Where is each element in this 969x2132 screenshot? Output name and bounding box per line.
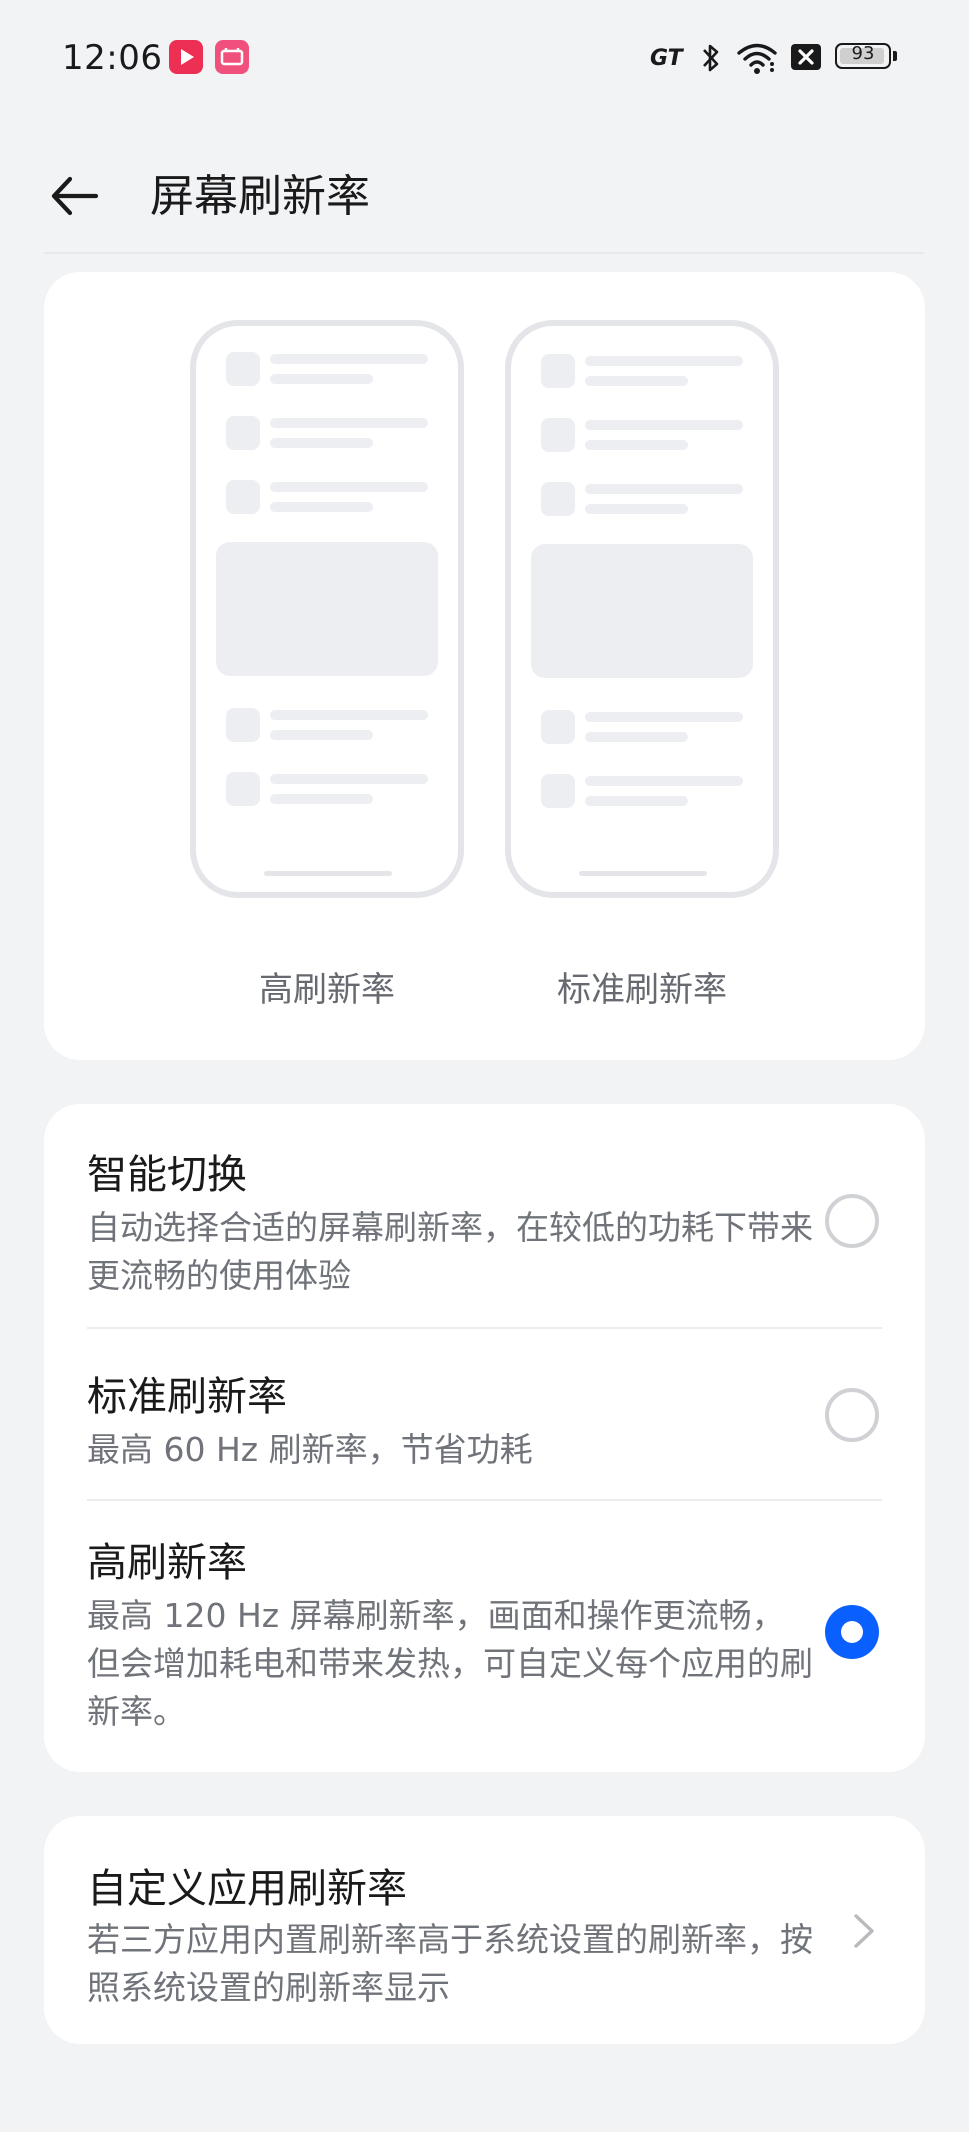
radio-standard-rate[interactable] [825, 1388, 879, 1442]
close-box-icon [789, 40, 823, 76]
option-title: 标准刷新率 [87, 1374, 287, 1420]
phone-preview-high [190, 320, 464, 898]
option-title: 高刷新率 [87, 1540, 247, 1586]
status-bar: 12:06 GT 93 [0, 0, 969, 118]
custom-title: 自定义应用刷新率 [87, 1866, 407, 1912]
option-high-rate[interactable]: 高刷新率 最高 120 Hz 屏幕刷新率，画面和操作更流畅，但会增加耗电和带来发… [44, 1500, 925, 1772]
page-title: 屏幕刷新率 [150, 171, 370, 222]
preview-card: 高刷新率 标准刷新率 [44, 272, 925, 1060]
option-description: 最高 60 Hz 刷新率，节省功耗 [87, 1430, 533, 1469]
custom-app-refresh-rate[interactable]: 自定义应用刷新率 若三方应用内置刷新率高于系统设置的刷新率，按照系统设置的刷新率… [44, 1816, 925, 2044]
header-divider [44, 252, 924, 254]
status-time: 12:06 [62, 38, 163, 78]
radio-smart-switch[interactable] [825, 1194, 879, 1248]
arrow-left-icon [51, 176, 99, 216]
bluetooth-icon [698, 40, 724, 76]
wifi-icon [736, 40, 778, 76]
preview-label-high: 高刷新率 [259, 970, 395, 1010]
radio-high-rate[interactable] [825, 1605, 879, 1659]
option-description: 最高 120 Hz 屏幕刷新率，画面和操作更流畅，但会增加耗电和带来发热，可自定… [87, 1596, 813, 1731]
ticket-app-icon [215, 40, 249, 74]
chevron-right-icon [844, 1906, 884, 1956]
option-smart-switch[interactable]: 智能切换 自动选择合适的屏幕刷新率，在较低的功耗下带来更流畅的使用体验 [44, 1104, 925, 1326]
gt-mode-icon: GT [650, 46, 683, 71]
refresh-rate-options: 智能切换 自动选择合适的屏幕刷新率，在较低的功耗下带来更流畅的使用体验 标准刷新… [44, 1104, 925, 1772]
option-standard-rate[interactable]: 标准刷新率 最高 60 Hz 刷新率，节省功耗 [44, 1328, 925, 1498]
option-title: 智能切换 [87, 1152, 247, 1198]
battery-level: 93 [851, 43, 875, 64]
video-app-icon [169, 40, 203, 74]
header: 屏幕刷新率 [0, 140, 969, 250]
back-button[interactable] [46, 166, 106, 226]
preview-label-standard: 标准刷新率 [557, 970, 727, 1010]
custom-description: 若三方应用内置刷新率高于系统设置的刷新率，按照系统设置的刷新率显示 [87, 1920, 813, 2007]
option-description: 自动选择合适的屏幕刷新率，在较低的功耗下带来更流畅的使用体验 [87, 1208, 813, 1295]
phone-preview-standard [505, 320, 779, 898]
